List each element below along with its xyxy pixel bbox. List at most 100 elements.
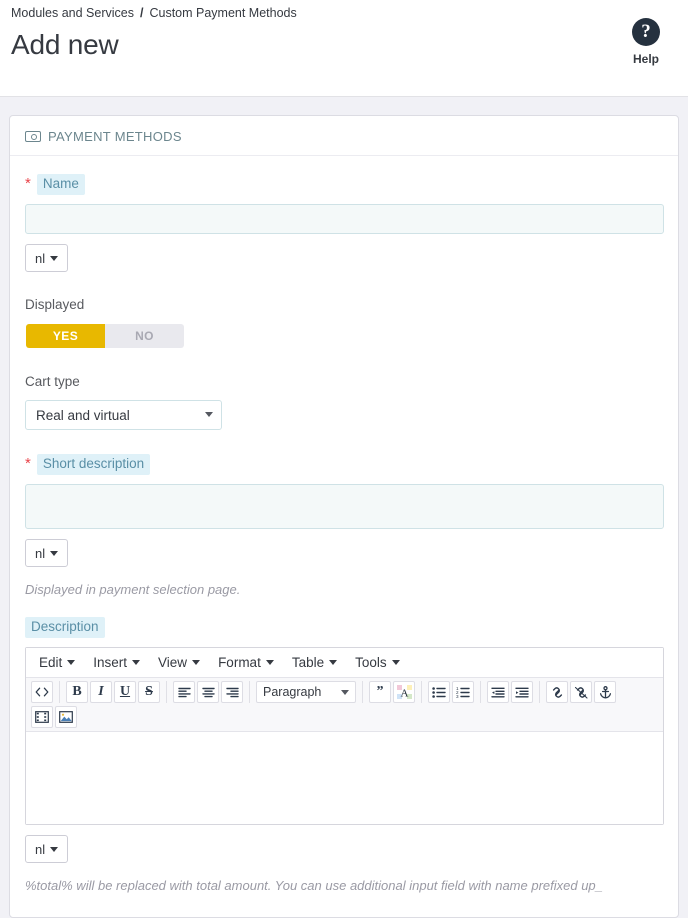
source-code-icon[interactable] bbox=[31, 681, 53, 703]
description-hint: %total% will be replaced with total amou… bbox=[25, 878, 603, 893]
content-area: PAYMENT METHODS * Name nl Displayed YES bbox=[0, 97, 688, 918]
payment-methods-panel: PAYMENT METHODS * Name nl Displayed YES bbox=[9, 115, 679, 918]
editor-menu-table[interactable]: Table bbox=[283, 651, 346, 674]
panel-heading: PAYMENT METHODS bbox=[10, 116, 678, 156]
text-color-icon[interactable]: A bbox=[393, 681, 415, 703]
blockquote-icon[interactable]: ” bbox=[369, 681, 391, 703]
editor-menu-view[interactable]: View bbox=[149, 651, 209, 674]
name-label: Name bbox=[36, 174, 85, 195]
name-label-row: * Name bbox=[25, 174, 663, 195]
editor-toolbar-group-format: Paragraph bbox=[255, 681, 363, 703]
editor-menu-edit[interactable]: Edit bbox=[30, 651, 84, 674]
editor-toolbar-group-quote-color: ” A bbox=[368, 681, 422, 703]
chevron-down-icon bbox=[341, 689, 349, 695]
editor-toolbar-group-link bbox=[545, 681, 617, 703]
anchor-icon[interactable] bbox=[594, 681, 616, 703]
align-left-icon[interactable] bbox=[173, 681, 195, 703]
cart-type-field-group: Cart type Real and virtual bbox=[25, 373, 663, 430]
help-button[interactable]: ? Help bbox=[620, 18, 672, 66]
breadcrumb-item-modules-and-services[interactable]: Modules and Services bbox=[11, 6, 134, 20]
name-language-label: nl bbox=[35, 250, 46, 266]
outdent-icon[interactable] bbox=[487, 681, 509, 703]
editor-menu-table-label: Table bbox=[291, 655, 325, 670]
cart-type-select-wrap: Real and virtual bbox=[25, 400, 222, 430]
page-title: Add new bbox=[11, 29, 119, 60]
chevron-down-icon bbox=[132, 660, 141, 665]
displayed-toggle[interactable]: YES NO bbox=[25, 323, 185, 349]
editor-toolbar-row-2 bbox=[30, 706, 659, 728]
displayed-toggle-yes[interactable]: YES bbox=[26, 324, 105, 348]
editor-toolbar-group-inline: B I U S bbox=[65, 681, 167, 703]
underline-icon[interactable]: U bbox=[114, 681, 136, 703]
page-header: Modules and Services / Custom Payment Meth… bbox=[0, 0, 688, 97]
short-description-textarea[interactable] bbox=[25, 484, 664, 529]
cart-type-label: Cart type bbox=[25, 374, 80, 389]
editor-menu-insert-label: Insert bbox=[93, 655, 128, 670]
italic-icon[interactable]: I bbox=[90, 681, 112, 703]
editor-toolbar-group-lists: 123 bbox=[427, 681, 481, 703]
editor-toolbar-group-media bbox=[30, 706, 78, 728]
align-right-icon[interactable] bbox=[221, 681, 243, 703]
displayed-toggle-no[interactable]: NO bbox=[105, 324, 184, 348]
editor-menu-insert[interactable]: Insert bbox=[84, 651, 149, 674]
description-language-selector[interactable]: nl bbox=[25, 835, 69, 863]
displayed-field-group: Displayed YES NO bbox=[25, 296, 663, 349]
chevron-down-icon bbox=[265, 660, 274, 665]
bold-icon[interactable]: B bbox=[66, 681, 88, 703]
editor-toolbar: B I U S Paragraph ” A 1 2 3 bbox=[26, 678, 663, 732]
editor-menu-format[interactable]: Format bbox=[209, 651, 283, 674]
chevron-down-icon bbox=[391, 660, 400, 665]
editor-format-select[interactable]: Paragraph bbox=[256, 681, 356, 703]
editor-toolbar-group-indent bbox=[486, 681, 540, 703]
description-rich-text-editor: Edit Insert View Format Table Tools B I … bbox=[25, 647, 664, 825]
unlink-icon[interactable] bbox=[570, 681, 592, 703]
description-label: Description bbox=[25, 617, 105, 638]
link-icon[interactable] bbox=[546, 681, 568, 703]
svg-text:3: 3 bbox=[456, 694, 459, 698]
cart-type-select[interactable]: Real and virtual bbox=[25, 400, 222, 430]
bullet-list-icon[interactable] bbox=[428, 681, 450, 703]
svg-text:A: A bbox=[400, 688, 408, 700]
short-description-label-row: * Short description bbox=[25, 454, 663, 475]
media-icon[interactable] bbox=[31, 706, 53, 728]
breadcrumb-item-custom-payment-methods[interactable]: Custom Payment Methods bbox=[149, 6, 296, 20]
editor-menu-edit-label: Edit bbox=[39, 655, 63, 670]
editor-menubar: Edit Insert View Format Table Tools bbox=[26, 648, 663, 678]
name-required-marker: * bbox=[25, 175, 31, 192]
description-editor-body[interactable] bbox=[26, 732, 663, 824]
money-icon bbox=[25, 131, 41, 142]
short-description-language-selector[interactable]: nl bbox=[25, 539, 69, 567]
editor-menu-tools-label: Tools bbox=[355, 655, 387, 670]
panel-heading-label: PAYMENT METHODS bbox=[48, 129, 182, 144]
align-center-icon[interactable] bbox=[197, 681, 219, 703]
short-description-hint: Displayed in payment selection page. bbox=[25, 582, 241, 597]
strikethrough-icon[interactable]: S bbox=[138, 681, 160, 703]
editor-toolbar-group-align bbox=[172, 681, 250, 703]
chevron-down-icon bbox=[329, 660, 338, 665]
name-field-group: * Name nl bbox=[25, 174, 664, 272]
indent-icon[interactable] bbox=[511, 681, 533, 703]
panel-body: * Name nl Displayed YES NO Cart type Rea… bbox=[10, 156, 678, 917]
description-label-row: Description bbox=[25, 617, 663, 638]
breadcrumb-separator: / bbox=[139, 6, 144, 20]
name-language-selector[interactable]: nl bbox=[25, 244, 69, 272]
image-icon[interactable] bbox=[55, 706, 77, 728]
chevron-down-icon bbox=[192, 660, 201, 665]
numbered-list-icon[interactable]: 123 bbox=[452, 681, 474, 703]
description-language-label: nl bbox=[35, 841, 46, 857]
description-field-group: Description Edit Insert View Format Tabl… bbox=[25, 617, 664, 895]
editor-toolbar-row-1: B I U S Paragraph ” A 1 2 3 bbox=[30, 681, 659, 703]
name-input[interactable] bbox=[25, 204, 664, 234]
chevron-down-icon bbox=[50, 846, 59, 852]
help-label: Help bbox=[632, 52, 659, 66]
editor-menu-view-label: View bbox=[158, 655, 188, 670]
displayed-label: Displayed bbox=[25, 297, 85, 312]
editor-menu-tools[interactable]: Tools bbox=[346, 651, 409, 674]
question-circle-icon[interactable]: ? bbox=[632, 18, 660, 46]
short-description-label: Short description bbox=[36, 454, 151, 475]
